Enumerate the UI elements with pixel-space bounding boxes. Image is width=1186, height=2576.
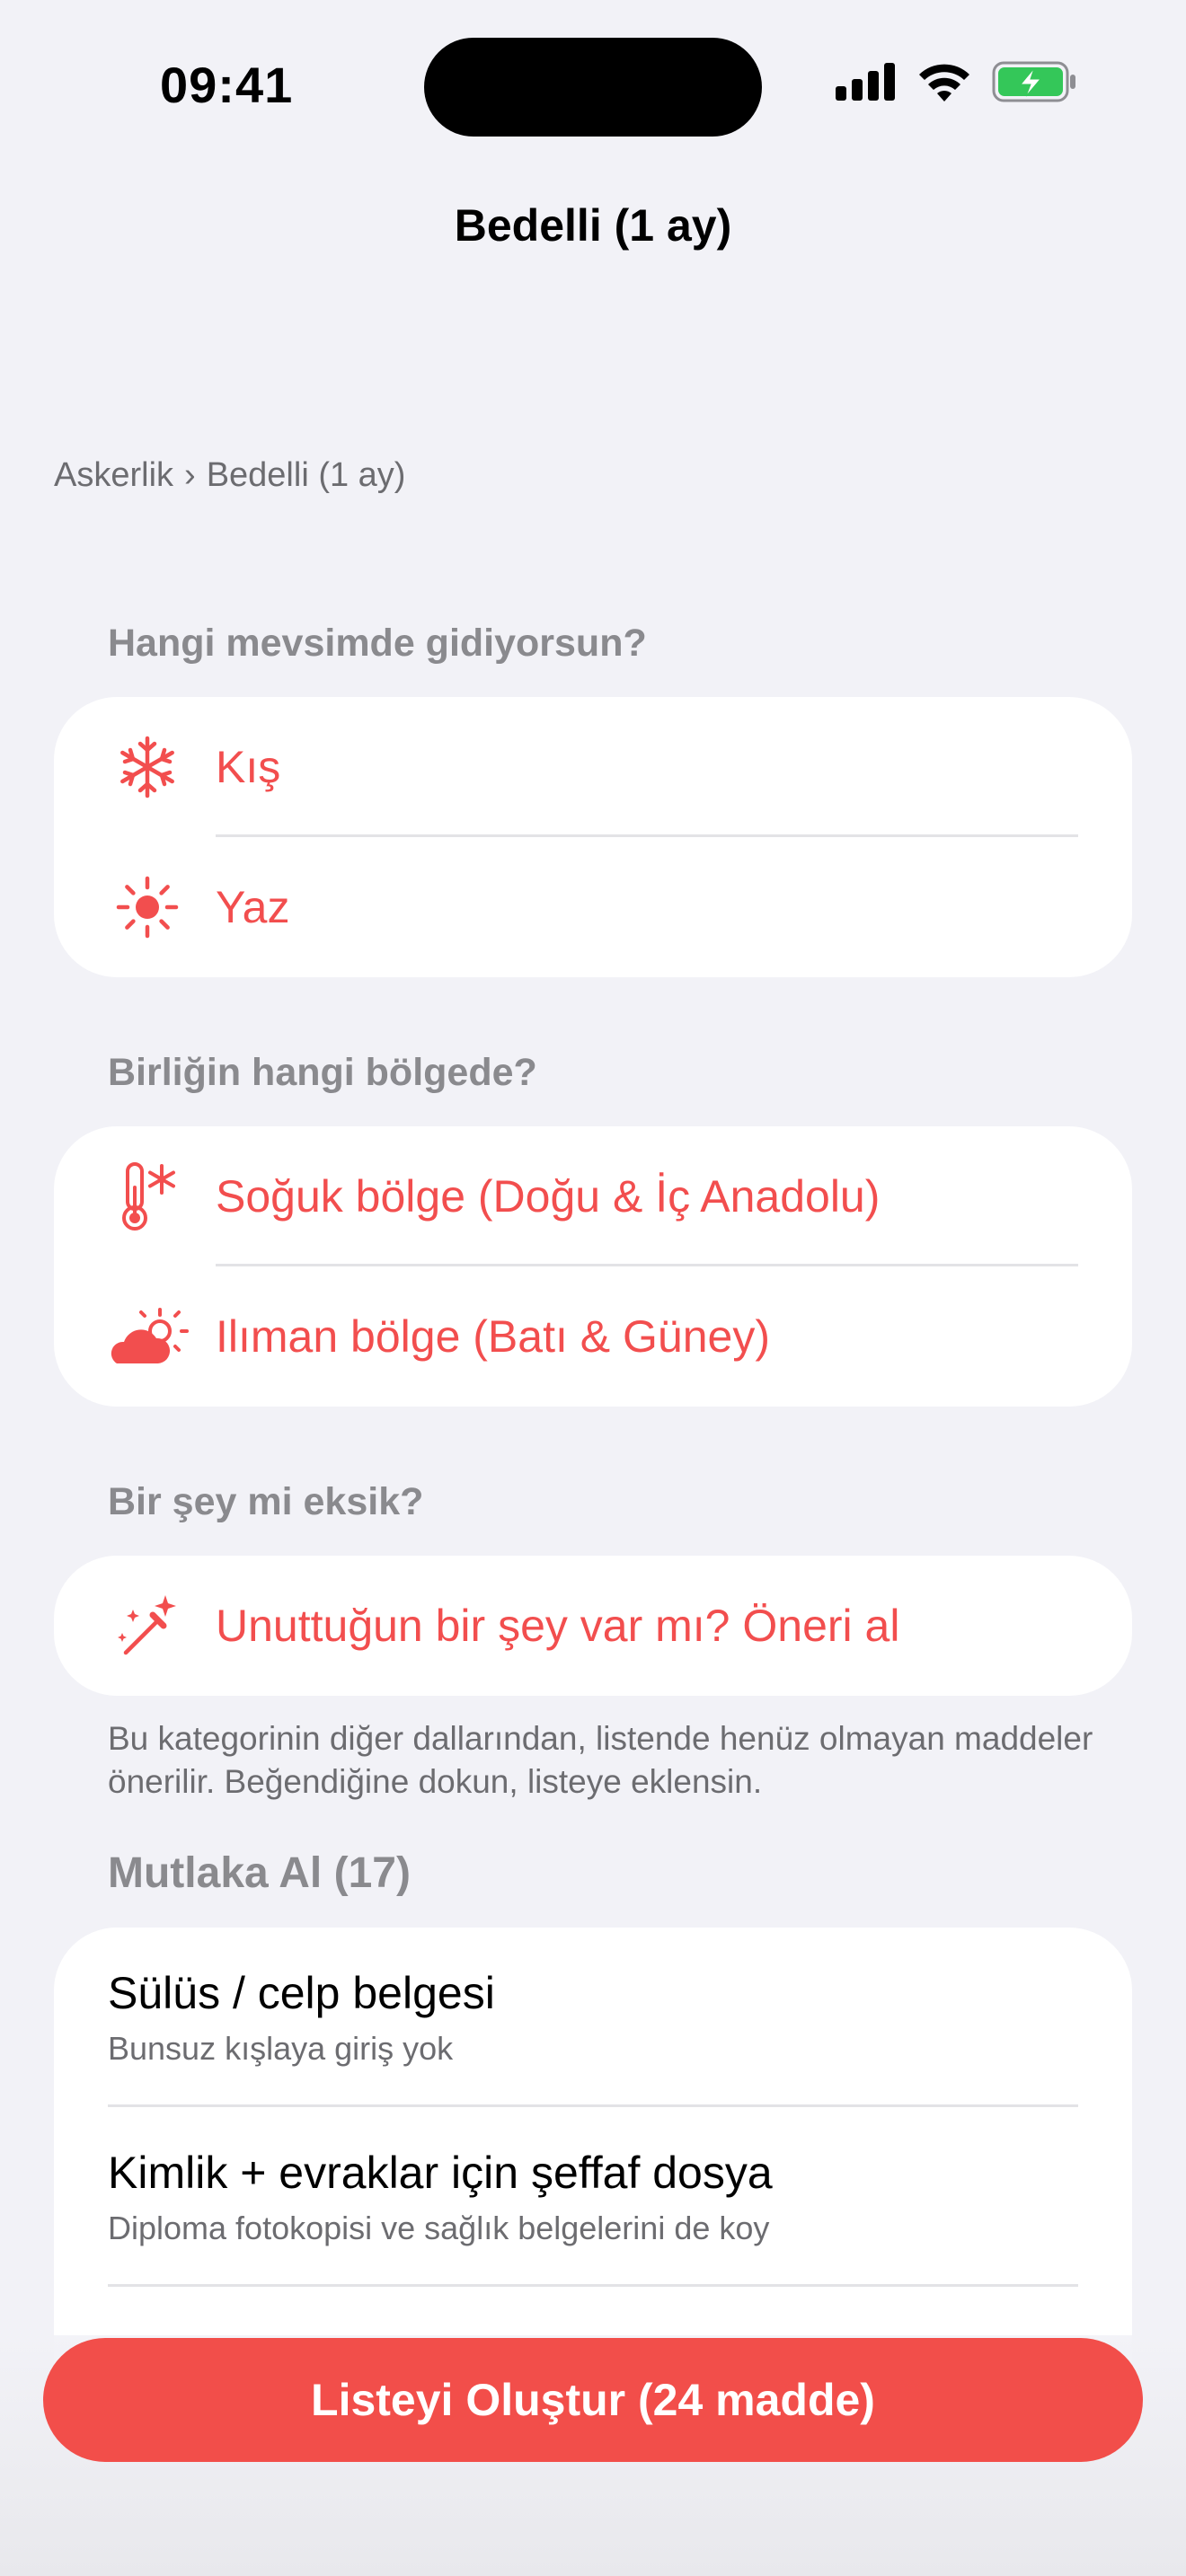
season-option-winter[interactable]: Kış: [54, 697, 1132, 837]
suggest-section-header: Bir şey mi eksik?: [108, 1480, 424, 1523]
region-option-label: Ilıman bölge (Batı & Güney): [216, 1311, 770, 1362]
status-bar: 09:41: [0, 0, 1186, 171]
must-take-section-header: Mutlaka Al (17): [108, 1849, 411, 1897]
season-option-label: Yaz: [216, 882, 290, 932]
region-card: Soğuk bölge (Doğu & İç Anadolu) Ilıman b…: [54, 1126, 1132, 1407]
suggest-button-label: Unuttuğun bir şey var mı? Öneri al: [216, 1601, 900, 1651]
breadcrumb-item-askerlik[interactable]: Askerlik: [54, 456, 173, 495]
screen: 09:41 Bedelli (1 ay) Askerlik › Bedelli …: [0, 0, 1186, 2576]
list-item[interactable]: Sülüs / celp belgesi Bunsuz kışlaya giri…: [54, 1928, 1132, 2107]
sun-behind-cloud-icon: [104, 1293, 190, 1380]
list-item-title: Sülüs / celp belgesi: [108, 1968, 495, 2018]
suggest-button[interactable]: Unuttuğun bir şey var mı? Öneri al: [54, 1556, 1132, 1696]
create-list-button[interactable]: Listeyi Oluştur (24 madde): [43, 2338, 1143, 2462]
wifi-icon: [919, 64, 969, 101]
dynamic-island: [424, 38, 762, 137]
suggest-card: Unuttuğun bir şey var mı? Öneri al: [54, 1556, 1132, 1696]
region-option-cold[interactable]: Soğuk bölge (Doğu & İç Anadolu): [54, 1126, 1132, 1266]
region-option-label: Soğuk bölge (Doğu & İç Anadolu): [216, 1171, 881, 1222]
season-option-label: Kış: [216, 742, 281, 792]
magic-wand-icon: [104, 1583, 190, 1669]
battery-charging-icon: [992, 61, 1075, 102]
status-time: 09:41: [160, 57, 294, 113]
breadcrumb: Askerlik › Bedelli (1 ay): [54, 456, 405, 495]
list-item[interactable]: Kimlik + evraklar için şeffaf dosya Dipl…: [54, 2107, 1132, 2287]
status-icons: [836, 61, 1078, 102]
thermometer-snowflake-icon: [104, 1153, 190, 1239]
season-card: Kış Yaz: [54, 697, 1132, 977]
season-option-summer[interactable]: Yaz: [54, 837, 1132, 977]
list-item-subtitle: Diploma fotokopisi ve sağlık belgelerini…: [108, 2210, 770, 2246]
page-title: Bedelli (1 ay): [454, 200, 732, 251]
cellular-signal-icon: [836, 63, 895, 101]
breadcrumb-separator: ›: [184, 456, 196, 494]
season-section-header: Hangi mevsimde gidiyorsun?: [108, 622, 647, 665]
region-option-mild[interactable]: Ilıman bölge (Batı & Güney): [54, 1266, 1132, 1407]
breadcrumb-item-current: Bedelli (1 ay): [206, 456, 406, 494]
divider: [108, 2284, 1078, 2287]
sun-icon: [104, 864, 190, 950]
list-item-subtitle: Bunsuz kışlaya giriş yok: [108, 2030, 454, 2067]
list-item-title: Kimlik + evraklar için şeffaf dosya: [108, 2148, 773, 2198]
snowflake-icon: [104, 724, 190, 810]
suggest-footnote: Bu kategorinin diğer dallarından, listen…: [108, 1720, 1093, 1800]
region-section-header: Birliğin hangi bölgede?: [108, 1051, 537, 1094]
